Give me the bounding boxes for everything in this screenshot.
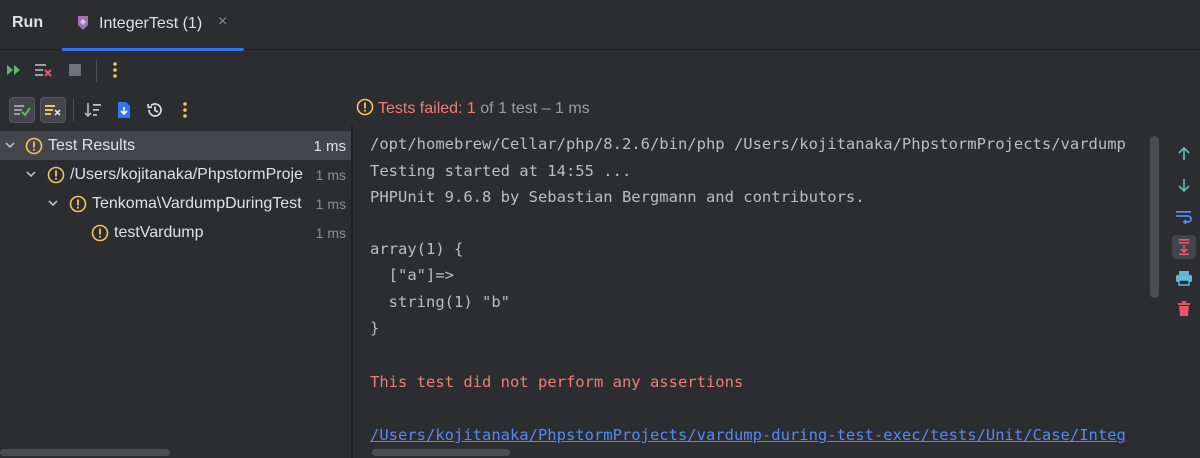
warning-icon	[25, 137, 43, 155]
test-history-button[interactable]	[142, 97, 168, 123]
php-test-icon	[78, 16, 88, 30]
console-line: array(1) {	[370, 240, 464, 258]
console-line: }	[370, 319, 380, 337]
stop-icon	[69, 64, 81, 76]
print-icon	[1176, 271, 1192, 286]
rerun-failed-button[interactable]	[33, 59, 55, 81]
console-line: Testing started at 14:55 ...	[370, 162, 632, 180]
console-actions-bar	[1168, 126, 1200, 458]
rerun-icon	[7, 65, 20, 75]
console-output[interactable]: /opt/homebrew/Cellar/php/8.2.6/bin/php /…	[353, 126, 1163, 458]
tree-row-test-results[interactable]: Test Results 1 ms	[0, 131, 352, 160]
soft-wrap-button[interactable]	[1172, 204, 1196, 228]
chevron-down-icon[interactable]	[47, 197, 59, 209]
console-error-line: This test did not perform any assertions	[370, 373, 744, 391]
chevron-down-icon[interactable]	[25, 168, 37, 180]
history-icon	[147, 103, 162, 117]
toolbar-separator	[73, 99, 74, 121]
test-tree-toolbar	[0, 92, 352, 126]
tree-item-duration: 1 ms	[315, 225, 346, 241]
toolbar-separator	[96, 60, 97, 82]
sort-button[interactable]	[80, 97, 106, 123]
clear-all-button[interactable]	[1172, 297, 1196, 321]
console-line: ["a"]=>	[370, 266, 454, 284]
rerun-button[interactable]	[3, 59, 25, 81]
trash-icon	[1178, 301, 1190, 316]
show-passed-toggle[interactable]	[9, 97, 35, 123]
tree-item-label: Tenkoma\VardumpDuringTest	[92, 195, 302, 212]
tree-item-label: /Users/kojitanaka/PhpstormProje	[70, 166, 303, 183]
tool-window-header: Run IntegerTest (1) ×	[0, 0, 1200, 51]
stop-button[interactable]	[64, 59, 86, 81]
tree-item-label: testVardump	[114, 224, 204, 241]
soft-wrap-icon	[1176, 211, 1192, 224]
show-ignored-icon	[45, 105, 61, 116]
console-line: PHPUnit 9.6.8 by Sebastian Bergmann and …	[370, 188, 865, 206]
arrow-up-icon	[1178, 146, 1190, 160]
run-tool-window-title: Run	[12, 14, 44, 31]
tree-row-test-class[interactable]: Tenkoma\VardumpDuringTest 1 ms	[0, 189, 352, 218]
chevron-down-icon[interactable]	[4, 139, 16, 151]
rerun-failed-icon	[35, 64, 52, 77]
tree-item-duration: 1 ms	[313, 138, 346, 155]
show-passed-icon	[14, 105, 31, 117]
next-occurrence-button[interactable]	[1172, 173, 1196, 197]
tree-item-label: Test Results	[48, 137, 136, 154]
console-horizontal-scrollbar[interactable]	[372, 449, 510, 456]
tree-row-test-file[interactable]: /Users/kojitanaka/PhpstormProje 1 ms	[0, 160, 352, 189]
warning-icon	[69, 195, 87, 213]
run-toolbar	[0, 50, 1200, 90]
tab-label: IntegerTest (1)	[99, 15, 203, 32]
warning-icon	[47, 166, 65, 184]
show-ignored-toggle[interactable]	[40, 97, 66, 123]
more-vertical-icon	[183, 102, 187, 118]
sort-icon	[84, 103, 101, 118]
scroll-to-end-icon	[1179, 239, 1189, 256]
warning-icon	[91, 224, 109, 242]
close-tab-icon[interactable]: ×	[218, 13, 227, 31]
test-results-tree: Test Results 1 ms /Users/kojitanaka/Phps…	[0, 130, 352, 458]
tree-more-actions-button[interactable]	[172, 97, 198, 123]
console-file-link[interactable]: /Users/kojitanaka/PhpstormProjects/vardu…	[370, 426, 1126, 444]
print-button[interactable]	[1172, 266, 1196, 290]
tests-count-duration: of 1 test – 1 ms	[475, 100, 590, 117]
console-vertical-scrollbar[interactable]	[1150, 136, 1159, 298]
import-tests-icon	[118, 102, 130, 118]
tree-item-duration: 1 ms	[315, 167, 346, 183]
tab-integer-test[interactable]: IntegerTest (1) ×	[62, 0, 244, 51]
tree-row-test-method[interactable]: testVardump 1 ms	[0, 218, 352, 247]
scroll-to-end-toggle[interactable]	[1172, 235, 1196, 259]
more-vertical-icon	[113, 62, 117, 78]
import-tests-button[interactable]	[111, 97, 137, 123]
more-actions-button[interactable]	[104, 59, 126, 81]
arrow-down-icon	[1178, 179, 1190, 193]
console-line: /opt/homebrew/Cellar/php/8.2.6/bin/php /…	[370, 135, 1126, 153]
test-status-summary: Tests failed: 1 of 1 test – 1 ms	[356, 98, 590, 118]
tests-failed-text: Tests failed: 1	[378, 100, 476, 117]
previous-occurrence-button[interactable]	[1172, 142, 1196, 166]
console-line: string(1) "b"	[370, 293, 510, 311]
tree-item-duration: 1 ms	[315, 196, 346, 212]
warning-icon	[356, 98, 374, 116]
tree-horizontal-scrollbar[interactable]	[0, 449, 170, 456]
